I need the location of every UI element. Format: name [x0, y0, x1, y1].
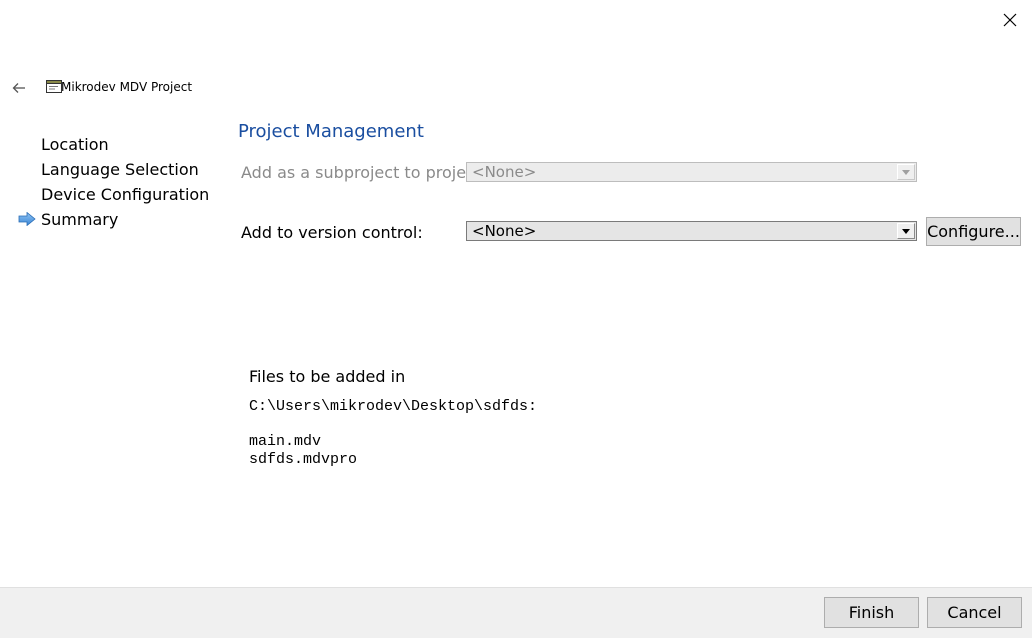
wizard-title: Mikrodev MDV Project [61, 80, 193, 94]
step-label: Location [41, 135, 109, 154]
chevron-down-icon [902, 228, 910, 234]
version-control-label: Add to version control: [241, 223, 423, 242]
project-window-icon [46, 80, 62, 93]
files-directory: C:\Users\mikrodev\Desktop\sdfds: [249, 398, 538, 415]
step-language-selection[interactable]: Language Selection [18, 159, 218, 184]
close-icon [1003, 13, 1017, 27]
subproject-combo: <None> [466, 162, 917, 182]
subproject-dropdown-button [897, 164, 915, 180]
wizard-steps: Location Language Selection Device Confi… [18, 134, 218, 234]
back-button[interactable] [8, 78, 30, 98]
file-item: sdfds.mdvpro [249, 451, 358, 468]
subproject-value: <None> [472, 163, 537, 181]
configure-button[interactable]: Configure... [926, 217, 1021, 246]
current-step-arrow-icon [18, 212, 36, 226]
subproject-label: Add as a subproject to project: [241, 163, 487, 182]
step-location[interactable]: Location [18, 134, 218, 159]
finish-button[interactable]: Finish [824, 597, 919, 628]
version-control-dropdown-button[interactable] [897, 223, 915, 239]
step-summary[interactable]: Summary [18, 209, 218, 234]
step-label: Language Selection [41, 160, 199, 179]
wizard-footer: Finish Cancel [0, 587, 1032, 638]
version-control-value: <None> [472, 222, 537, 240]
step-label: Device Configuration [41, 185, 210, 204]
back-arrow-icon [12, 83, 25, 93]
close-button[interactable] [996, 8, 1024, 32]
cancel-button[interactable]: Cancel [927, 597, 1022, 628]
new-project-wizard: Mikrodev MDV Project Location Language S… [0, 0, 1032, 638]
files-heading: Files to be added in [249, 367, 406, 386]
version-control-combo[interactable]: <None> [466, 221, 917, 241]
file-item: main.mdv [249, 433, 322, 450]
page-title: Project Management [238, 121, 424, 142]
step-label: Summary [41, 210, 119, 229]
chevron-down-icon [902, 169, 910, 175]
step-device-configuration[interactable]: Device Configuration [18, 184, 218, 209]
